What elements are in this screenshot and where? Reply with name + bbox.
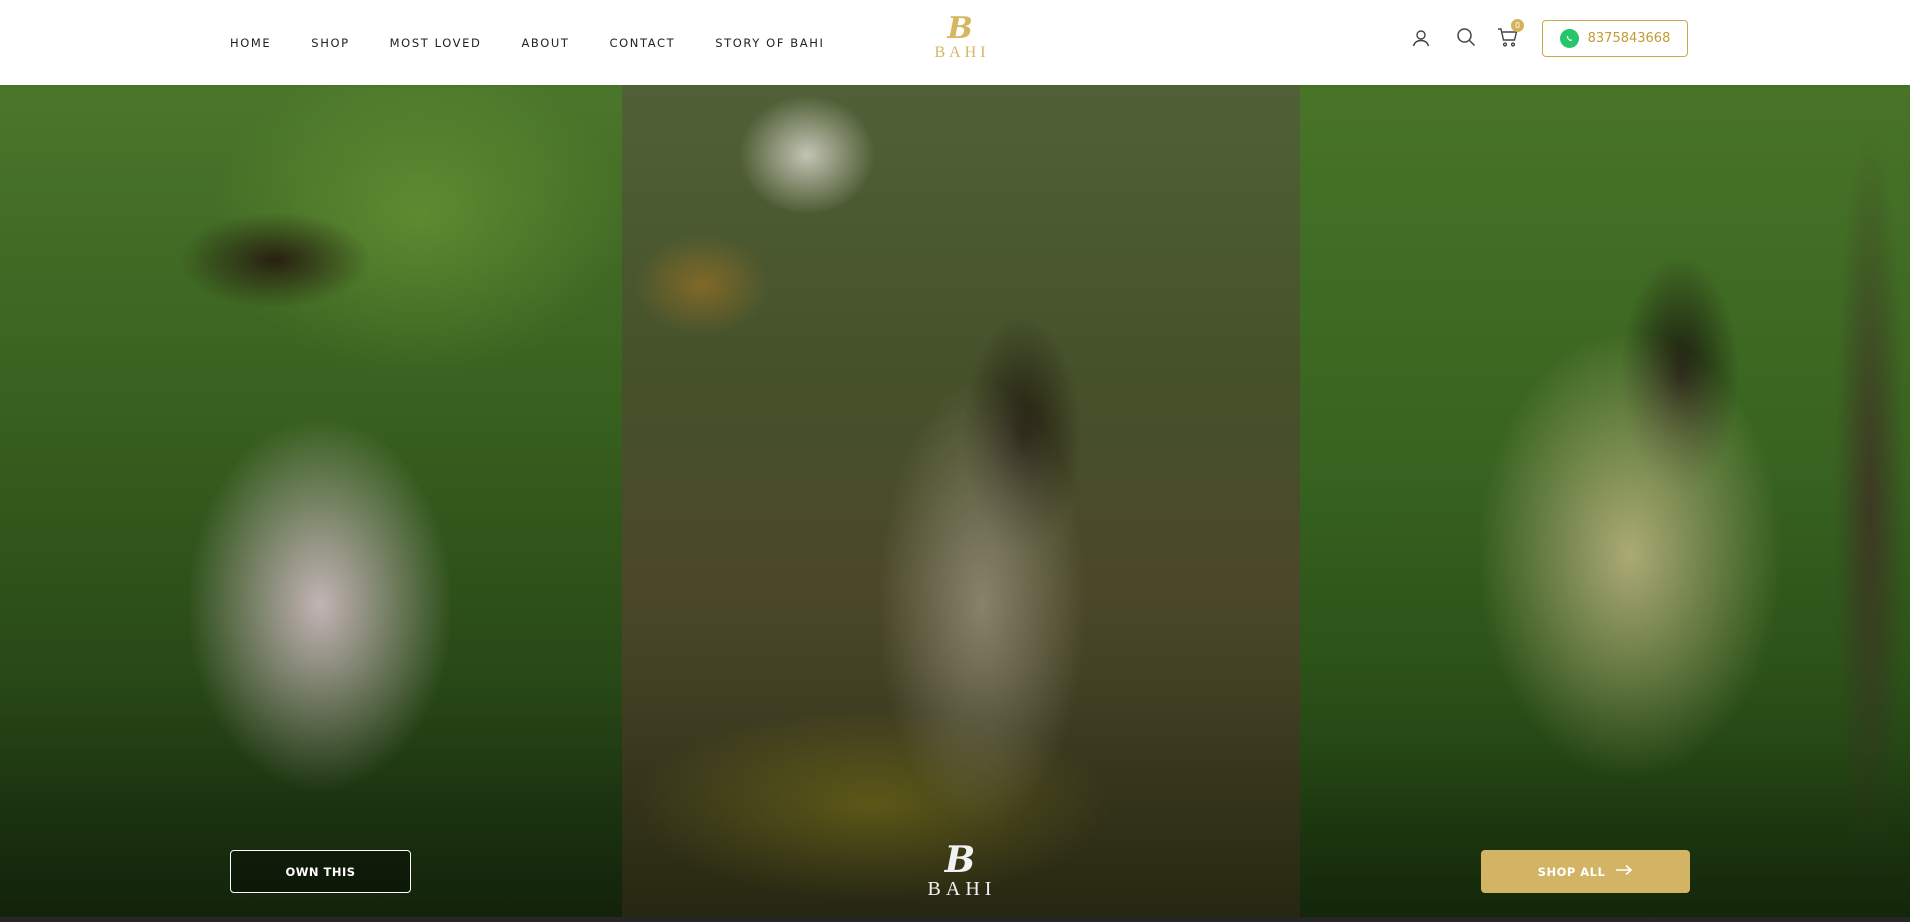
cart-icon[interactable]: 0 [1496,19,1524,49]
brand-logo[interactable]: B BAHI [925,14,995,64]
hero-logo-wordmark: BAHI [927,878,997,900]
hero-image-left [0,85,622,917]
site-header: HOME SHOP MOST LOVED ABOUT CONTACT STORY… [0,0,1910,85]
logo-mark: B [947,11,973,46]
nav-home[interactable]: HOME [230,36,271,50]
nav-about[interactable]: ABOUT [521,36,569,50]
logo-wordmark: BAHI [934,44,990,61]
nav-most-loved[interactable]: MOST LOVED [390,36,482,50]
hero-image-right [1300,85,1910,917]
shop-all-button[interactable]: SHOP ALL [1481,850,1690,893]
hero-image-center [622,85,1300,917]
search-icon[interactable] [1454,25,1478,49]
main-nav: HOME SHOP MOST LOVED ABOUT CONTACT STORY… [230,0,864,85]
phone-number: 8375843668 [1587,31,1671,46]
shop-all-label: SHOP ALL [1537,864,1606,879]
nav-story-of-bahi[interactable]: STORY OF BAHI [715,36,824,50]
own-this-label: OWN THIS [285,864,356,879]
whatsapp-phone-button[interactable]: 8375843668 [1542,20,1688,57]
page-bottom-edge [0,917,1910,922]
nav-shop[interactable]: SHOP [311,36,349,50]
whatsapp-icon [1559,29,1579,48]
cart-count-badge: 0 [1511,19,1524,32]
hero-logo: B BAHI [920,842,1000,900]
hero-logo-mark: B [944,839,976,881]
arrow-right-icon [1615,863,1633,881]
user-icon[interactable] [1409,26,1433,50]
nav-contact[interactable]: CONTACT [610,36,676,50]
own-this-button[interactable]: OWN THIS [230,850,411,893]
